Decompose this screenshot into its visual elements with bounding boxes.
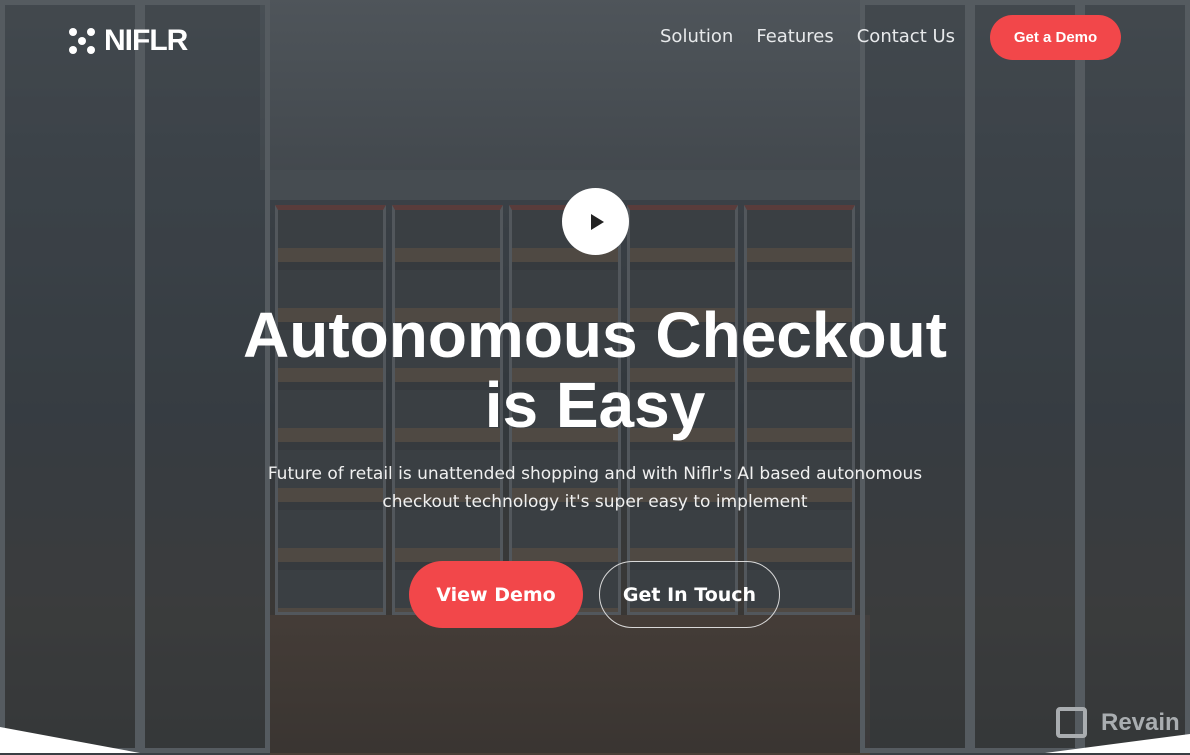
nav-link-solution[interactable]: Solution [660,26,733,47]
revain-logo-icon [1056,707,1087,738]
subtitle-line-2: checkout technology it's super easy to i… [382,492,808,512]
navbar: NIFLR Solution Features Contact Us Get a… [0,14,1190,60]
view-demo-button[interactable]: View Demo [409,561,583,628]
logo[interactable]: NIFLR [69,24,188,58]
watermark-text: Revain [1101,708,1180,736]
title-line-1: Autonomous Checkout [243,299,947,371]
logo-text: NIFLR [104,24,188,57]
play-icon [591,213,604,230]
nav-link-features[interactable]: Features [756,26,833,47]
title-line-2: is Easy [484,369,706,441]
nav-link-contact[interactable]: Contact Us [857,26,955,47]
get-demo-button[interactable]: Get a Demo [990,15,1121,60]
subtitle-line-1: Future of retail is unattended shopping … [267,464,923,484]
play-video-button[interactable] [562,188,629,255]
logo-dots-icon [69,27,96,55]
hero-subtitle: Future of retail is unattended shopping … [255,460,935,516]
watermark: Revain [1056,707,1180,738]
get-in-touch-button[interactable]: Get In Touch [599,561,780,628]
hero-title: Autonomous Checkout is Easy [0,300,1190,440]
